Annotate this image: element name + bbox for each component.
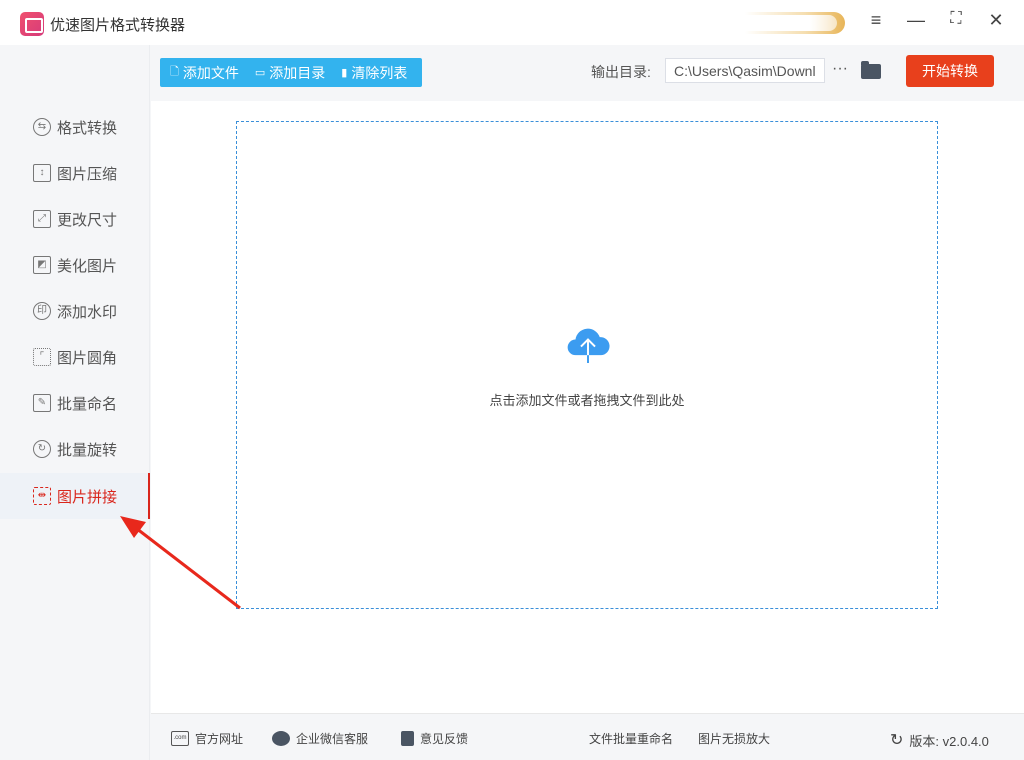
minimize-icon[interactable]: — bbox=[904, 10, 928, 34]
menu-icon[interactable]: ≡ bbox=[864, 10, 888, 34]
sidebar-item-format-convert[interactable]: ⇆ 格式转换 bbox=[0, 104, 150, 150]
start-convert-button[interactable]: 开始转换 bbox=[906, 55, 994, 87]
watermark-icon: 印 bbox=[33, 302, 51, 320]
output-dir-input[interactable] bbox=[665, 58, 825, 83]
sidebar-item-batch-rename[interactable]: ✎ 批量命名 bbox=[0, 380, 150, 426]
batch-rename-link[interactable]: 文件批量重命名 bbox=[589, 730, 673, 747]
sidebar-item-watermark[interactable]: 印添加水印 bbox=[0, 288, 150, 334]
add-file-label: 添加文件 bbox=[183, 63, 239, 83]
version-label: 版本: v2.0.4.0 bbox=[909, 731, 988, 750]
sidebar-item-resize[interactable]: ⤢ 更改尺寸 bbox=[0, 196, 150, 242]
image-icon: ◩ bbox=[33, 256, 51, 274]
file-icon: 🗋 bbox=[170, 63, 179, 82]
upscale-link[interactable]: 图片无损放大 bbox=[698, 730, 770, 747]
feedback-label: 意见反馈 bbox=[420, 730, 468, 747]
website-icon: .com bbox=[171, 731, 189, 746]
sidebar-item-label: 美化图片 bbox=[57, 255, 117, 276]
feedback-icon bbox=[401, 731, 414, 746]
sidebar-item-image-stitch[interactable]: ⇹ 图片拼接 bbox=[0, 473, 150, 519]
sidebar: ⇆ 格式转换 ↕ 图片压缩 ⤢ 更改尺寸 ◩ 美化图片 印添加水印 ⌜ 图片圆角 ✎ 批量命… bbox=[0, 45, 150, 760]
add-file-button[interactable]: 🗋添加文件 bbox=[170, 63, 239, 83]
app-logo bbox=[20, 12, 44, 36]
open-folder-icon[interactable] bbox=[861, 64, 881, 79]
file-drop-zone[interactable]: 点击添加文件或者拖拽文件到此处 bbox=[236, 121, 938, 609]
trash-icon: ▮ bbox=[341, 66, 347, 79]
add-folder-button[interactable]: ▭ 添加目录 bbox=[255, 63, 325, 83]
website-link[interactable]: .com 官方网址 bbox=[171, 730, 243, 747]
sidebar-item-label: 格式转换 bbox=[57, 117, 117, 138]
wechat-icon bbox=[272, 731, 290, 746]
sidebar-item-label: 批量命名 bbox=[57, 393, 117, 414]
resize-icon: ⤢ bbox=[33, 210, 51, 228]
sidebar-item-beautify[interactable]: ◩ 美化图片 bbox=[0, 242, 150, 288]
stitch-icon: ⇹ bbox=[33, 487, 51, 505]
clear-list-button[interactable]: ▮ 清除列表 bbox=[341, 63, 407, 83]
sidebar-item-label: 批量旋转 bbox=[57, 439, 117, 460]
wechat-support-link[interactable]: 企业微信客服 bbox=[272, 730, 368, 747]
round-corner-icon: ⌜ bbox=[33, 348, 51, 366]
cloud-upload-icon bbox=[558, 327, 618, 363]
browse-more-button[interactable]: ··· bbox=[832, 60, 848, 78]
rotate-icon: ↻ bbox=[33, 440, 51, 458]
edit-icon: ✎ bbox=[33, 394, 51, 412]
convert-icon: ⇆ bbox=[33, 118, 51, 136]
folder-outline-icon: ▭ bbox=[255, 66, 265, 79]
output-dir-label: 输出目录: bbox=[591, 62, 651, 82]
website-label: 官方网址 bbox=[195, 730, 243, 747]
compress-icon: ↕ bbox=[33, 164, 51, 182]
title-bar: 优速图片格式转换器 ≡ — ⛶ ✕ bbox=[0, 0, 1024, 45]
sidebar-item-label: 图片圆角 bbox=[57, 347, 117, 368]
drop-hint: 点击添加文件或者拖拽文件到此处 bbox=[237, 390, 937, 409]
sidebar-item-label: 更改尺寸 bbox=[57, 209, 117, 230]
sidebar-item-batch-rotate[interactable]: ↻ 批量旋转 bbox=[0, 426, 150, 472]
sidebar-item-round-corner[interactable]: ⌜ 图片圆角 bbox=[0, 334, 150, 380]
file-toolbar: 🗋添加文件 ▭ 添加目录 ▮ 清除列表 bbox=[160, 58, 422, 87]
app-title: 优速图片格式转换器 bbox=[50, 14, 185, 35]
sidebar-item-compress[interactable]: ↕ 图片压缩 bbox=[0, 150, 150, 196]
sidebar-item-label: 添加水印 bbox=[57, 301, 117, 322]
clear-list-label: 清除列表 bbox=[351, 63, 407, 83]
footer: .com 官方网址 企业微信客服 意见反馈 文件批量重命名 图片无损放大 ↻ 版本:… bbox=[151, 713, 1024, 760]
vip-badge[interactable] bbox=[745, 12, 845, 34]
sidebar-item-label: 图片拼接 bbox=[57, 486, 117, 507]
sidebar-item-label: 图片压缩 bbox=[57, 163, 117, 184]
add-folder-label: 添加目录 bbox=[269, 63, 325, 83]
refresh-icon: ↻ bbox=[890, 730, 903, 750]
feedback-link[interactable]: 意见反馈 bbox=[401, 730, 468, 747]
version-info[interactable]: ↻ 版本: v2.0.4.0 bbox=[890, 730, 989, 750]
wechat-label: 企业微信客服 bbox=[296, 730, 368, 747]
maximize-icon[interactable]: ⛶ bbox=[944, 10, 968, 34]
close-icon[interactable]: ✕ bbox=[984, 10, 1008, 34]
